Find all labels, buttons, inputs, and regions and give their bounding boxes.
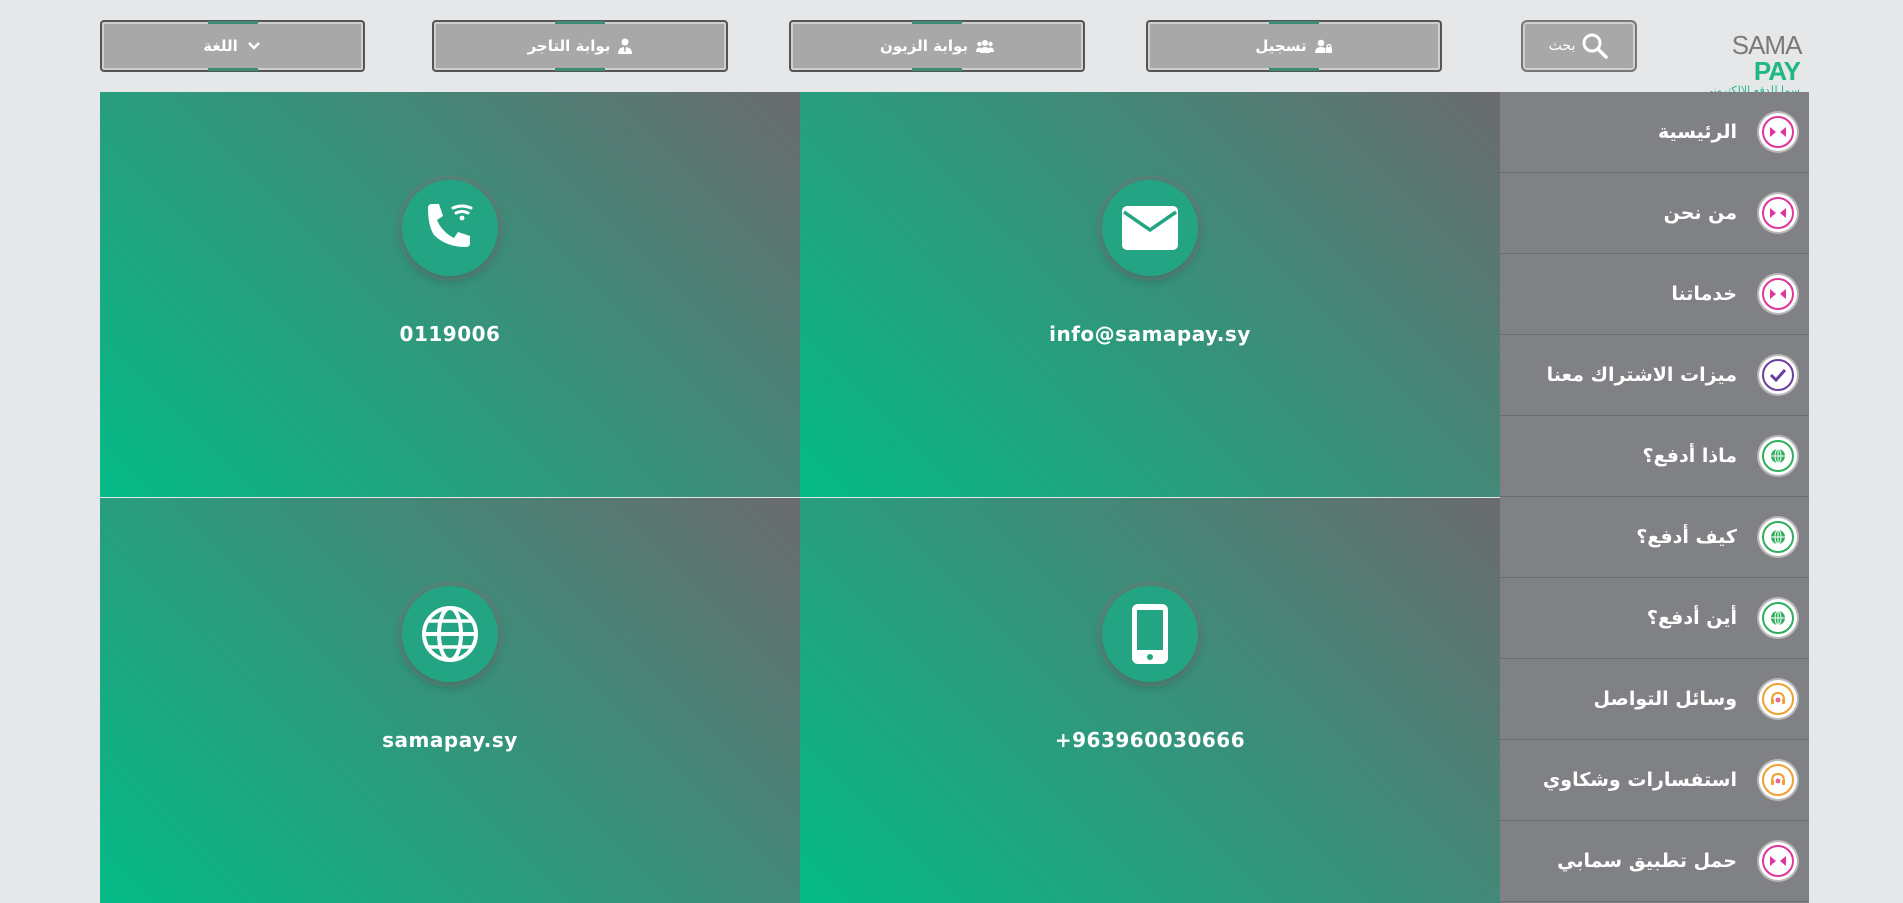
user-lock-icon [1314,39,1332,53]
headset-icon [1759,680,1797,718]
sama-pay-logo[interactable]: SAMA PAY سما للدفع الالكتروني [1692,32,1802,97]
chevron-down-icon [247,42,260,50]
mobile-card: +963960030666 [800,498,1500,903]
mobile-phone-icon [1132,604,1168,664]
sidebar-item-label: ماذا أدفع؟ [1642,445,1737,467]
sidebar-item-inquiries[interactable]: استفسارات وشكاوي [1500,740,1809,821]
globe-icon [422,606,478,662]
user-tie-icon [618,38,633,54]
arrows-icon [1759,194,1797,232]
email-card: info@samapay.sy [800,92,1500,497]
sidebar-item-label: وسائل التواصل [1593,688,1737,710]
website-url[interactable]: samapay.sy [382,728,518,752]
sidebar-item-label: كيف أدفع؟ [1636,526,1737,548]
sidebar-item-label: استفسارات وشكاوي [1542,769,1737,791]
sidebar-item-contact-means[interactable]: وسائل التواصل [1500,659,1809,740]
language-button[interactable]: اللغة [100,20,365,72]
sidebar-item-what-to-pay[interactable]: ماذا أدفع؟ [1500,416,1809,497]
sidebar-item-label: حمل تطبيق سمابي [1557,850,1737,872]
sidebar-item-label: ميزات الاشتراك معنا [1546,364,1737,386]
register-label: تسجيل [1255,37,1307,55]
users-icon [976,40,995,53]
globe-icon [1759,518,1797,556]
sidebar-item-label: أين أدفع؟ [1646,607,1737,629]
mobile-circle [1102,586,1198,682]
customer-portal-label: بوابة الزبون [879,37,969,55]
search-icon [1582,33,1609,59]
phone-card: 0119006 [100,92,800,497]
check-icon [1759,356,1797,394]
arrows-icon [1759,113,1797,151]
envelope-icon [1122,206,1178,250]
search-label: بحث [1548,38,1576,54]
website-card: samapay.sy [100,498,800,903]
phone-wifi-icon [428,204,473,247]
arrows-icon [1759,275,1797,313]
merchant-portal-label: بوابة التاجر [527,37,611,55]
sidebar-item-where-to-pay[interactable]: أين أدفع؟ [1500,578,1809,659]
sidebar-item-features[interactable]: ميزات الاشتراك معنا [1500,335,1809,416]
sidebar-item-services[interactable]: خدماتنا [1500,254,1809,335]
sidebar-item-home[interactable]: الرئيسية [1500,92,1809,173]
globe-icon [1759,437,1797,475]
website-circle [402,586,498,682]
logo-brand-b: PAY [1753,56,1801,86]
sidebar-item-label: من نحن [1663,202,1737,224]
email-address[interactable]: info@samapay.sy [1049,322,1251,346]
sidebar: الرئيسية من نحن خدماتنا ميزات الاشتراك م… [1500,92,1809,903]
register-button[interactable]: تسجيل [1146,20,1442,72]
sidebar-item-label: خدماتنا [1671,283,1737,305]
sidebar-item-about[interactable]: من نحن [1500,173,1809,254]
customer-portal-button[interactable]: بوابة الزبون [789,20,1085,72]
search-button[interactable]: بحث [1521,20,1637,72]
phone-number[interactable]: 0119006 [400,322,501,346]
sidebar-item-how-to-pay[interactable]: كيف أدفع؟ [1500,497,1809,578]
globe-icon [1759,599,1797,637]
sidebar-item-label: الرئيسية [1658,121,1737,143]
arrows-icon [1759,842,1797,880]
language-label: اللغة [203,37,238,55]
phone-circle [402,180,498,276]
mobile-number[interactable]: +963960030666 [1055,728,1245,752]
sidebar-item-download-app[interactable]: حمل تطبيق سمابي [1500,821,1809,902]
email-circle [1102,180,1198,276]
headset-icon [1759,761,1797,799]
merchant-portal-button[interactable]: بوابة التاجر [432,20,728,72]
